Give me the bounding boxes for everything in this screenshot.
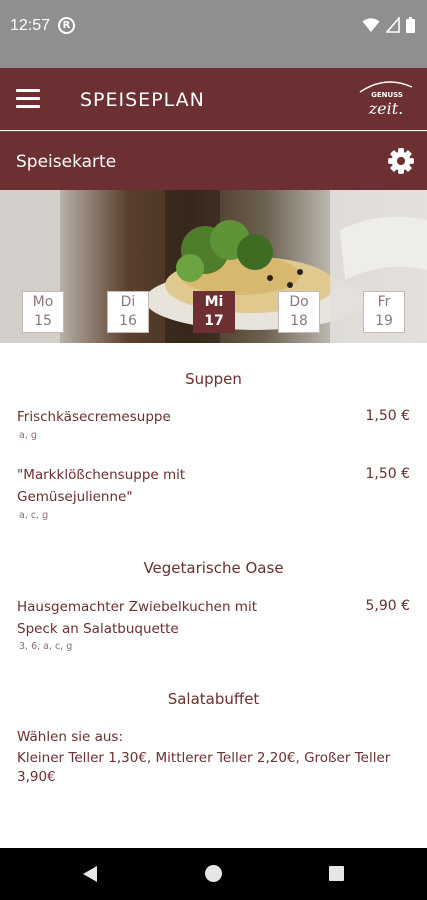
day-di[interactable]: Di 16 [107, 291, 149, 333]
status-bar: 12:57 R [0, 0, 427, 68]
day-name: Mo [32, 294, 54, 310]
sub-bar: Speisekarte [0, 131, 427, 190]
section-title-salat: Salatabuffet [167, 690, 260, 708]
menu-content: Suppen Frischkäsecremesuppe 1,50 € a, g … [0, 343, 427, 848]
salad-intro: Wählen sie aus: [17, 729, 124, 745]
logo-bottom-text: zeit. [368, 99, 404, 118]
settings-gear-icon[interactable] [387, 147, 415, 175]
recents-icon[interactable] [329, 866, 344, 881]
day-name: Mi [204, 294, 224, 310]
dish-name-line-2: Speck an Salatbuquette [17, 621, 179, 637]
status-icons [362, 17, 415, 33]
day-mo[interactable]: Mo 15 [22, 291, 64, 333]
dish-allergens: 3, 6, a, c, g [19, 641, 73, 652]
day-date: 16 [119, 313, 137, 329]
logo-top-text: GENUSS [371, 91, 403, 99]
section-title-vegetarisch: Vegetarische Oase [143, 559, 284, 577]
section-title-suppen: Suppen [185, 370, 242, 388]
day-fr[interactable]: Fr 19 [363, 291, 405, 333]
menu-icon[interactable] [16, 89, 40, 109]
dish-price: 1,50 € [365, 408, 410, 424]
hero-image: Mo 15 Di 16 Mi 17 Do 18 Fr 19 [0, 190, 427, 343]
page-title: Speisekarte [16, 152, 117, 172]
dish-allergens: a, g [19, 430, 37, 441]
app-bar: SPEISEPLAN GENUSS zeit. [0, 68, 427, 130]
day-date: 18 [290, 313, 308, 329]
system-nav-bar [0, 848, 427, 900]
dish-allergens: a, c, g [19, 510, 49, 521]
dish-name-line-2: Gemüsejulienne" [17, 489, 133, 505]
day-name: Di [120, 294, 136, 310]
day-do[interactable]: Do 18 [278, 291, 320, 333]
dish-name-line-1: "Markklößchensuppe mit [17, 467, 186, 483]
salad-options-cont: 3,90€ [17, 769, 56, 785]
day-date: 15 [34, 313, 52, 329]
day-name: Fr [377, 294, 391, 310]
back-icon[interactable] [82, 865, 98, 883]
salad-options: Kleiner Teller 1,30€, Mittlerer Teller 2… [17, 750, 391, 766]
day-date: 17 [204, 313, 224, 329]
sync-icon: R [58, 17, 75, 34]
dish-name-line-1: Hausgemachter Zwiebelkuchen mit [17, 599, 257, 615]
dish-name: Frischkäsecremesuppe [17, 409, 171, 425]
dish-price: 5,90 € [365, 598, 410, 614]
dish-price: 1,50 € [365, 466, 410, 482]
signal-icon [386, 17, 400, 33]
day-name: Do [289, 294, 309, 310]
battery-icon [406, 17, 415, 33]
wifi-icon [362, 18, 380, 32]
genusszeit-logo: GENUSS zeit. [359, 81, 413, 118]
home-icon[interactable] [205, 865, 222, 882]
day-mi[interactable]: Mi 17 [193, 291, 235, 333]
app-title: SPEISEPLAN [80, 89, 205, 111]
day-date: 19 [375, 313, 393, 329]
status-time: 12:57 [10, 17, 51, 34]
